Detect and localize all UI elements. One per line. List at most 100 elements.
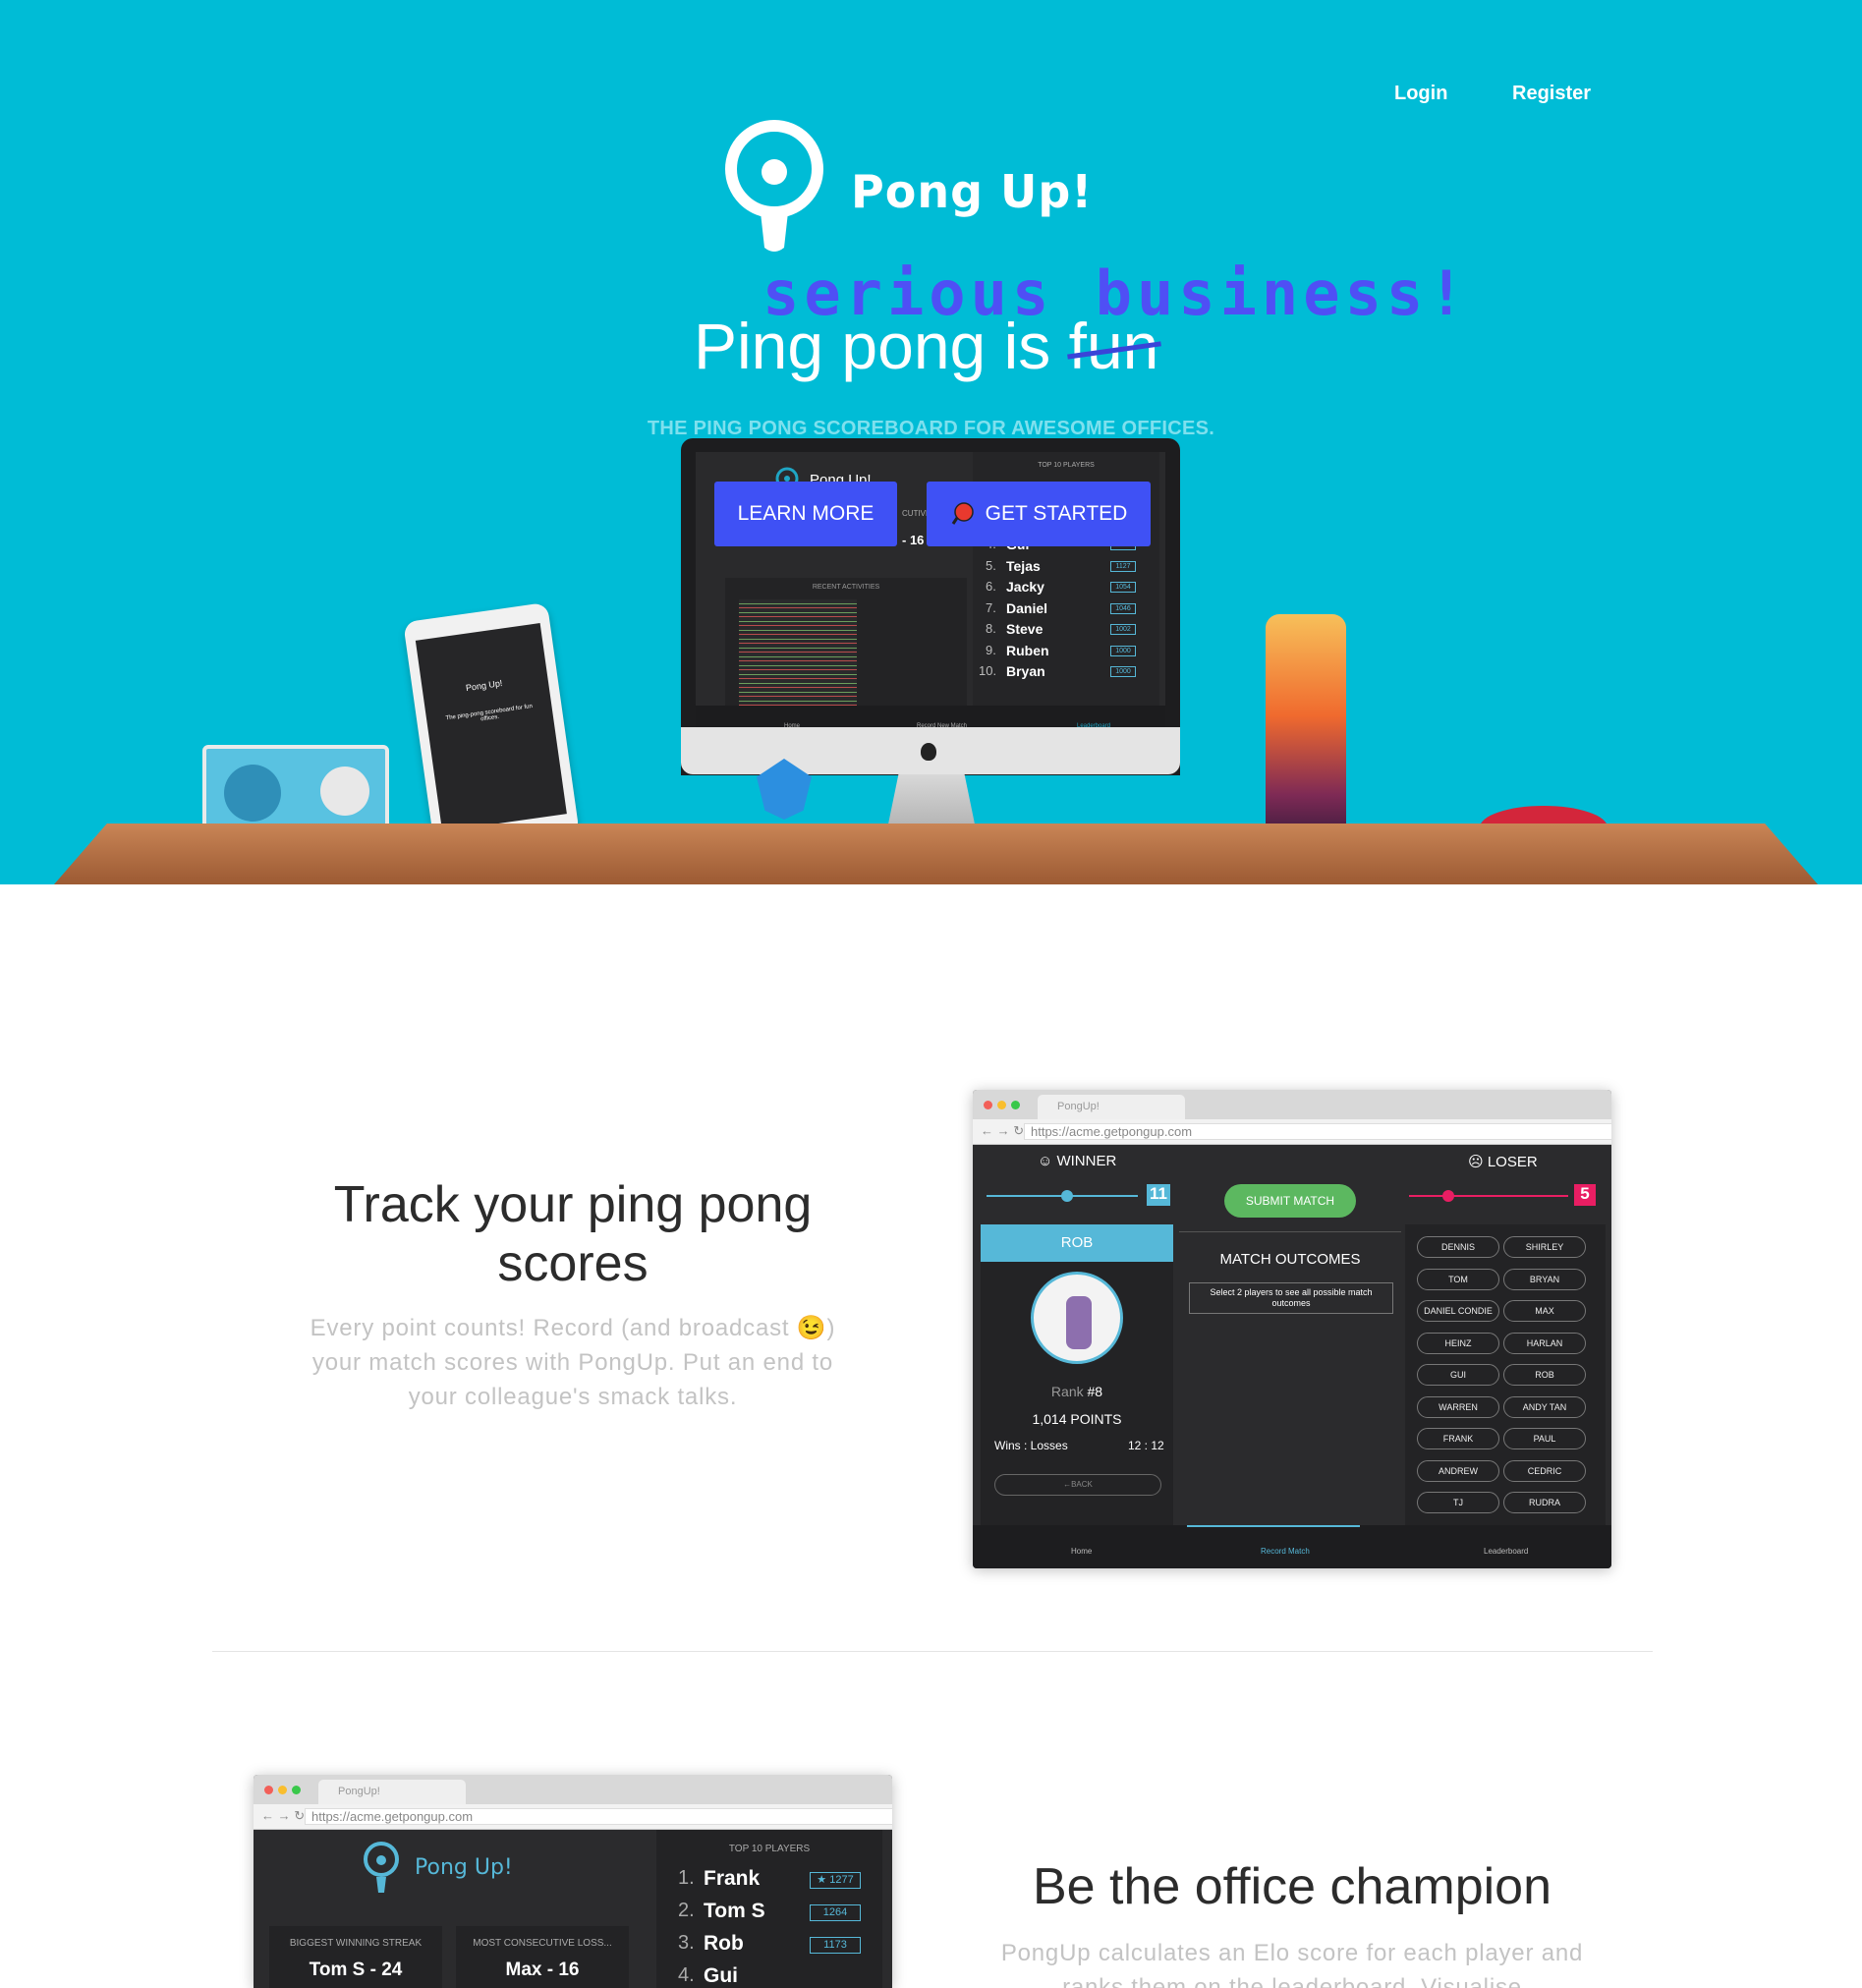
winner-label: WINNER xyxy=(1056,1153,1117,1169)
match-outcomes-hint: Select 2 players to see all possible mat… xyxy=(1189,1282,1393,1314)
leaderboard-player-score: 1264 xyxy=(810,1904,861,1921)
section-divider xyxy=(212,1651,1653,1652)
monitor-player-row: 7. Daniel 1046 xyxy=(973,600,1159,620)
player-pill: HEINZ xyxy=(1417,1332,1499,1354)
player-pill: ROB xyxy=(1503,1364,1586,1386)
monitor-player-name: Steve xyxy=(1006,621,1044,637)
player-pill: BRYAN xyxy=(1503,1268,1586,1290)
leaderboard-brand: Pong Up! xyxy=(415,1855,513,1880)
winner-slider xyxy=(987,1190,1138,1202)
brand-name: Pong Up! xyxy=(851,165,1094,218)
browser-addressbar-2: ← → ↻ https://acme.getpongup.com xyxy=(254,1804,892,1830)
maximize-dot-icon xyxy=(292,1786,301,1794)
leaderboard-app: Pong Up! BIGGEST WINNING STREAK Tom S - … xyxy=(254,1830,892,1988)
monitor-player-score: 1000 xyxy=(1110,666,1136,677)
minimize-dot-icon xyxy=(997,1101,1006,1109)
loss-label: MOST CONSECUTIVE LOSS... xyxy=(473,1938,612,1949)
leaderboard-player-row: 2. Tom S 1264 xyxy=(656,1900,882,1927)
url-field-2: https://acme.getpongup.com xyxy=(305,1808,892,1825)
loser-slider-thumb xyxy=(1442,1190,1454,1202)
loss-value: Max - 16 xyxy=(505,1960,580,1980)
radio-speaker xyxy=(224,765,281,822)
loser-label: LOSER xyxy=(1487,1154,1538,1170)
streak-label: BIGGEST WINNING STREAK xyxy=(289,1938,423,1949)
learn-more-label: LEARN MORE xyxy=(737,502,875,525)
leaderboard-logo-icon xyxy=(364,1842,399,1893)
winner-score: 11 xyxy=(1147,1184,1170,1206)
streak-card: BIGGEST WINNING STREAK Tom S - 24 xyxy=(269,1926,442,1988)
player-pill: ANDY TAN xyxy=(1503,1395,1586,1418)
player-avatar xyxy=(1031,1272,1123,1364)
top10-title: TOP 10 PLAYERS xyxy=(1038,462,1095,469)
wins-losses-label: Wins : Losses xyxy=(994,1439,1068,1452)
browser-tab-2: PongUp! xyxy=(318,1780,466,1804)
player-pill: RUDRA xyxy=(1503,1492,1586,1513)
desk xyxy=(54,824,1818,884)
monitor-player-name: Daniel xyxy=(1006,599,1048,616)
player-pill: WARREN xyxy=(1417,1395,1499,1418)
monitor-player-name: Ruben xyxy=(1006,642,1049,658)
record-match-app: ☺ WINNER ☹ LOSER 11 5 SUBMIT MATCH ROB R… xyxy=(973,1145,1611,1568)
monitor-player-rank: 10. xyxy=(979,663,997,678)
monitor-player-score: 1054 xyxy=(1110,582,1136,593)
browser-titlebar: PongUp! xyxy=(973,1090,1611,1119)
app-footer: Home Record Match Leaderboard xyxy=(973,1525,1611,1568)
hero-section: Login Register Pong Up! serious business… xyxy=(0,0,1862,884)
monitor-chin xyxy=(681,727,1180,774)
record-match-screenshot: PongUp! ← → ↻ https://acme.getpongup.com… xyxy=(973,1090,1611,1568)
match-outcomes-title: MATCH OUTCOMES xyxy=(1219,1251,1361,1268)
monitor-player-rank: 9. xyxy=(986,642,996,657)
learn-more-button[interactable]: LEARN MORE xyxy=(714,482,897,546)
monitor-player-row: 6. Jacky 1054 xyxy=(973,579,1159,598)
browser-addressbar: ← → ↻ https://acme.getpongup.com xyxy=(973,1119,1611,1145)
winner-slider-thumb xyxy=(1061,1190,1073,1202)
hero-headline: Ping pong is fun xyxy=(694,309,1158,383)
monitor-player-row: 8. Steve 1002 xyxy=(973,621,1159,641)
bottle-decoration xyxy=(1266,614,1346,840)
section2-title: Be the office champion xyxy=(1032,1858,1552,1915)
leaderboard-player-row: 1. Frank ★ 1277 xyxy=(656,1867,882,1895)
player-pill: GUI xyxy=(1417,1364,1499,1386)
monitor-player-rank: 7. xyxy=(986,599,996,615)
monitor-player-rank: 6. xyxy=(986,579,996,594)
player-pill: TOM xyxy=(1417,1268,1499,1290)
tablet: Pong Up! The ping-pong scoreboard for fu… xyxy=(403,601,580,855)
monitor-player-row: 9. Ruben 1000 xyxy=(973,643,1159,662)
get-started-button[interactable]: GET STARTED xyxy=(927,482,1151,546)
player-list: DENNIS SHIRLEY TOM BRYAN DANIEL CONDIE MAX HEI… xyxy=(1405,1224,1606,1525)
leaderboard-player-score: 1173 xyxy=(810,1937,861,1954)
section1-body: Every point counts! Record (and broadcas… xyxy=(310,1315,836,1410)
player-pill: ANDREW xyxy=(1417,1459,1499,1482)
monitor-player-row: 10. Bryan 1000 xyxy=(973,663,1159,683)
player-pill: FRANK xyxy=(1417,1428,1499,1449)
player-name: ROB xyxy=(981,1224,1173,1262)
tablet-brand: Pong Up! xyxy=(465,678,503,694)
url-field: https://acme.getpongup.com xyxy=(1024,1123,1611,1140)
tablet-text: The ping-pong scoreboard for fun offices… xyxy=(445,703,534,723)
register-link[interactable]: Register xyxy=(1512,83,1591,105)
player-pill: MAX xyxy=(1503,1300,1586,1322)
winner-heading: ☺ WINNER xyxy=(1038,1153,1117,1169)
monitor-player-name: Jacky xyxy=(1006,579,1044,595)
monitor-player-row: 5. Tejas 1127 xyxy=(973,558,1159,578)
loser-score: 5 xyxy=(1574,1184,1596,1206)
player-card: ROB Rank #8 1,014 POINTS Wins : Losses 1… xyxy=(981,1224,1173,1525)
activity-list xyxy=(739,599,857,715)
tablet-screen: Pong Up! The ping-pong scoreboard for fu… xyxy=(415,623,567,831)
minimize-dot-icon xyxy=(278,1786,287,1794)
footer-record-match: Record Match xyxy=(1261,1547,1310,1556)
leaderboard-player-row: 3. Rob 1173 xyxy=(656,1932,882,1960)
leaderboard-player-rank: 1. xyxy=(678,1867,695,1889)
recent-activities-title: RECENT ACTIVITIES xyxy=(812,584,880,591)
submit-match-button: SUBMIT MATCH xyxy=(1224,1184,1356,1218)
player-rank: Rank #8 xyxy=(981,1384,1173,1399)
leaderboard-player-name: Gui xyxy=(704,1964,738,1987)
login-link[interactable]: Login xyxy=(1394,83,1447,105)
loser-slider xyxy=(1409,1190,1568,1202)
get-started-label: GET STARTED xyxy=(985,502,1128,525)
loser-heading: ☹ LOSER xyxy=(1468,1154,1538,1170)
monitor-player-rank: 5. xyxy=(986,557,996,573)
player-pill: CEDRIC xyxy=(1503,1459,1586,1482)
leaderboard-player-name: Rob xyxy=(704,1932,744,1955)
browser-tab: PongUp! xyxy=(1038,1095,1185,1119)
